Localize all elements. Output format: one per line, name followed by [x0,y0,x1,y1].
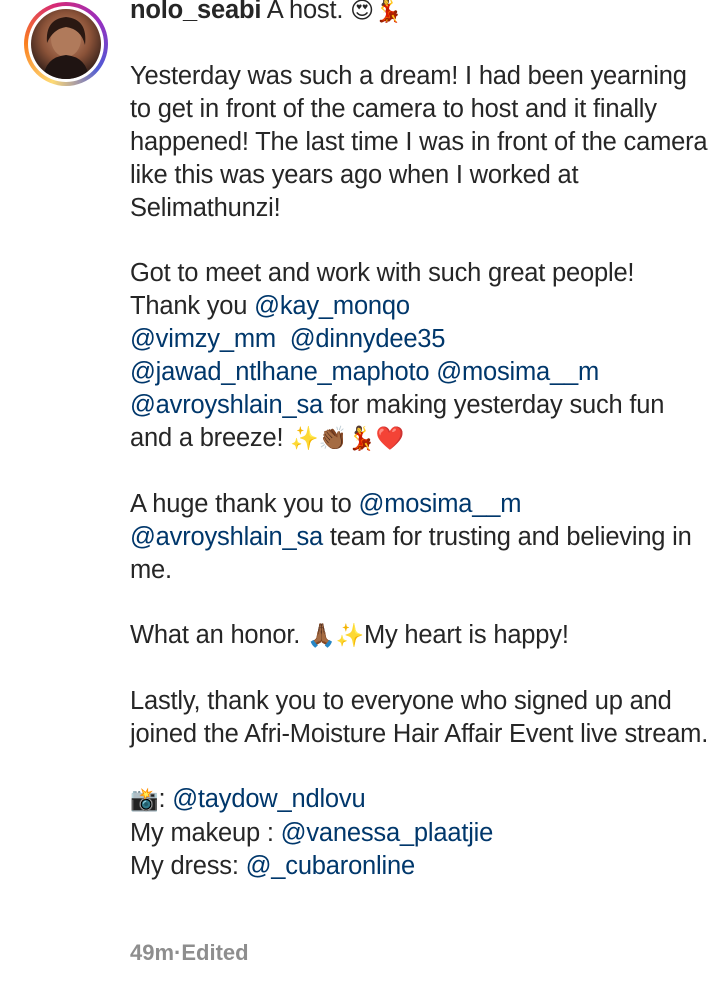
caption-paragraph-2: Got to meet and work with such great peo… [130,257,710,456]
sparkles-emoji-icon: ✨ [335,623,365,649]
avatar[interactable] [31,9,101,79]
mention-link[interactable]: @vanessa_plaatjie [281,819,494,847]
avatar-gap [28,6,104,82]
post-caption-view: nolo_seabi A host. 😍💃 Yesterday was such… [0,0,720,983]
edited-label: Edited [181,940,249,965]
dancer-emoji-icon: 💃 [373,0,403,24]
folded-hands-emoji-icon: 🙏🏾 [307,623,336,649]
credit-photo-separator: : [158,785,173,813]
caption-credits: 📸: @taydow_ndlovu My makeup : @vanessa_pl… [130,783,710,883]
mention-link[interactable]: @_cubaronline [246,852,416,880]
mention-link[interactable]: @mosima__m [359,490,522,518]
mention-link[interactable]: @avroyshlain_sa [130,391,323,419]
mention-link[interactable]: @kay_monqo [254,292,410,320]
paragraph-4-text: What an honor. [130,621,308,649]
caption-paragraph-1: Yesterday was such a dream! I had been y… [130,62,708,222]
caption-paragraph-3: A huge thank you to @mosima__m @avroyshla… [130,488,710,587]
sparkles-emoji-icon: ✨ [290,426,319,452]
credit-dress-label: My dress: [130,852,246,880]
mention-link[interactable]: @vimzy_mm [130,325,276,353]
caption-headline: nolo_seabi A host. 😍💃 [130,0,710,28]
meta-separator: · [174,940,182,965]
credit-makeup-label: My makeup : [130,819,281,847]
heart-eyes-emoji-icon: 😍 [350,0,374,24]
red-heart-emoji-icon: ❤️ [375,426,405,452]
mention-link[interactable]: @dinnydee35 [290,325,446,353]
dancer-emoji-icon: 💃 [347,426,376,452]
mention-link[interactable]: @avroyshlain_sa [130,523,323,551]
post-meta: 49m · Edited [130,940,249,966]
mention-link[interactable]: @taydow_ndlovu [172,785,365,813]
headline-text: A host. [266,0,351,24]
caption-paragraph-4: What an honor. 🙏🏾✨My heart is happy! [130,619,710,653]
mention-link[interactable]: @jawad_ntlhane_maphoto [130,358,430,386]
clapping-hands-emoji-icon: 👏🏾 [318,426,348,452]
paragraph-3-intro: A huge thank you to [130,490,359,518]
timestamp[interactable]: 49m [130,940,174,966]
avatar-story-ring[interactable] [24,2,108,86]
mention-link[interactable]: @mosima__m [436,358,599,386]
paragraph-4-text-2: My heart is happy! [363,621,569,649]
camera-flash-emoji-icon: 📸 [130,787,159,813]
caption-text: nolo_seabi A host. 😍💃 Yesterday was such… [130,0,710,915]
caption-paragraph-5: Lastly, thank you to everyone who signed… [130,687,709,748]
username-link[interactable]: nolo_seabi [130,0,261,24]
avatar-portrait-icon [43,17,89,79]
